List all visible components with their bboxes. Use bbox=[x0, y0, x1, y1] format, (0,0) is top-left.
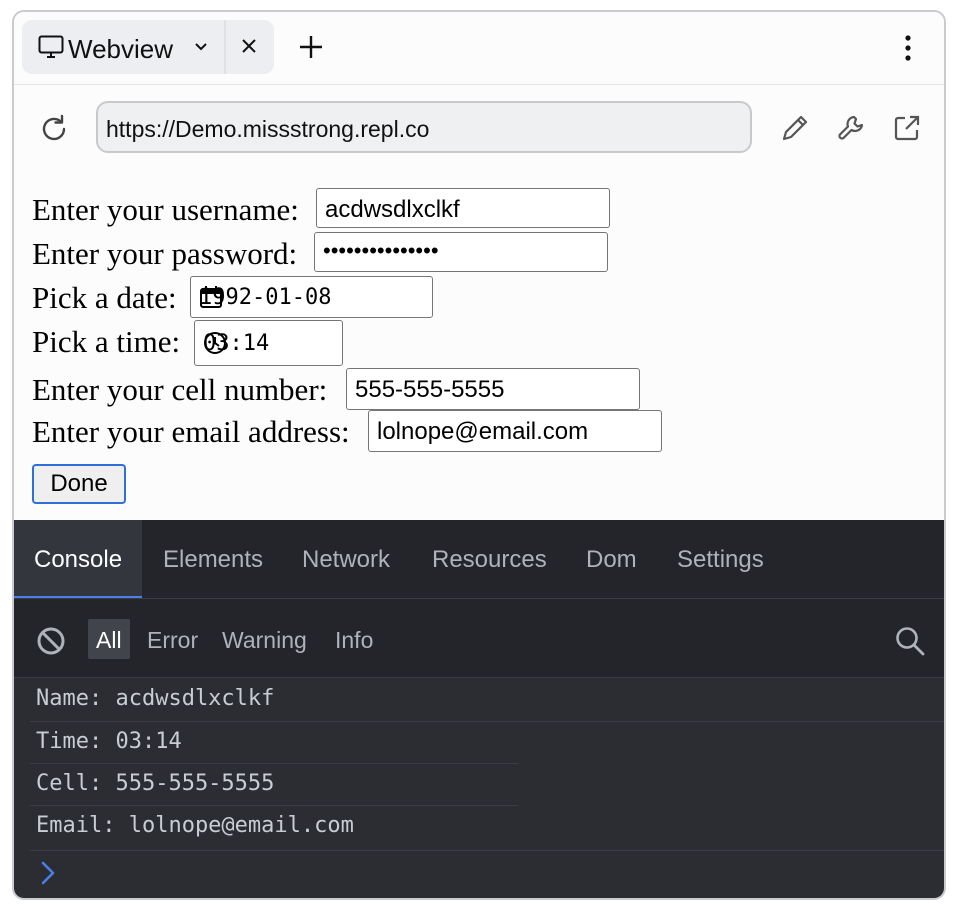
tab-settings[interactable]: Settings bbox=[677, 546, 764, 574]
tab-dom[interactable]: Dom bbox=[586, 546, 637, 574]
monitor-icon bbox=[38, 35, 64, 64]
password-input[interactable]: ••••••••••••••• bbox=[314, 232, 608, 272]
tab-label: Webview bbox=[68, 34, 174, 64]
browser-window: Webview https://Demo.missstrong.repl.co bbox=[12, 10, 946, 900]
tab-divider bbox=[224, 20, 226, 74]
tab-console[interactable]: Console bbox=[34, 546, 122, 574]
address-bar[interactable]: https://Demo.missstrong.repl.co bbox=[96, 101, 752, 153]
log-divider bbox=[30, 805, 518, 806]
password-value: ••••••••••••••• bbox=[323, 238, 439, 263]
calendar-icon[interactable] bbox=[199, 285, 422, 315]
username-input[interactable]: acdwsdlxclkf bbox=[316, 188, 610, 228]
tab-webview[interactable]: Webview bbox=[22, 20, 274, 74]
plus-icon[interactable] bbox=[298, 34, 324, 65]
email-value: lolnope@email.com bbox=[377, 418, 589, 445]
email-input[interactable]: lolnope@email.com bbox=[368, 410, 662, 452]
done-button[interactable]: Done bbox=[32, 464, 126, 504]
cell-input[interactable]: 555-555-5555 bbox=[346, 368, 640, 410]
log-divider bbox=[30, 763, 518, 764]
log-divider bbox=[30, 721, 944, 722]
external-link-icon[interactable] bbox=[892, 113, 922, 148]
cell-label: Enter your cell number: bbox=[32, 372, 328, 407]
reload-icon[interactable] bbox=[38, 113, 70, 150]
clock-icon[interactable] bbox=[203, 331, 332, 361]
close-icon[interactable] bbox=[240, 37, 258, 60]
email-label: Enter your email address: bbox=[32, 414, 350, 449]
log-divider bbox=[30, 850, 944, 851]
devtools-tabs: Console Elements Network Resources Dom S… bbox=[14, 520, 944, 599]
url-text: https://Demo.missstrong.repl.co bbox=[106, 116, 430, 142]
time-input[interactable]: 03:14 bbox=[194, 320, 343, 366]
search-icon[interactable] bbox=[894, 625, 926, 662]
filter-warning[interactable]: Warning bbox=[222, 627, 307, 654]
wrench-icon[interactable] bbox=[836, 113, 866, 148]
clear-console-icon[interactable] bbox=[36, 626, 66, 661]
password-label: Enter your password: bbox=[32, 236, 298, 271]
date-label: Pick a date: bbox=[32, 280, 177, 315]
date-input[interactable]: 1992-01-08 bbox=[190, 276, 433, 318]
console-filter-bar: All Error Warning Info bbox=[14, 599, 944, 678]
tab-elements[interactable]: Elements bbox=[163, 546, 263, 574]
cell-value: 555-555-5555 bbox=[355, 376, 505, 403]
username-label: Enter your username: bbox=[32, 192, 299, 227]
filter-error[interactable]: Error bbox=[147, 627, 198, 654]
pencil-icon[interactable] bbox=[780, 113, 810, 148]
devtools-panel: Console Elements Network Resources Dom S… bbox=[14, 520, 944, 898]
username-value: acdwsdlxclkf bbox=[325, 196, 460, 223]
chevron-down-icon[interactable] bbox=[194, 39, 208, 57]
time-label: Pick a time: bbox=[32, 324, 181, 359]
tab-resources[interactable]: Resources bbox=[432, 546, 547, 574]
filter-all[interactable]: All bbox=[96, 627, 122, 654]
chevron-right-icon[interactable] bbox=[40, 860, 56, 891]
tab-bar: Webview bbox=[14, 12, 944, 85]
tab-network[interactable]: Network bbox=[302, 546, 390, 574]
filter-info[interactable]: Info bbox=[335, 627, 373, 654]
more-vertical-icon[interactable] bbox=[904, 34, 912, 67]
